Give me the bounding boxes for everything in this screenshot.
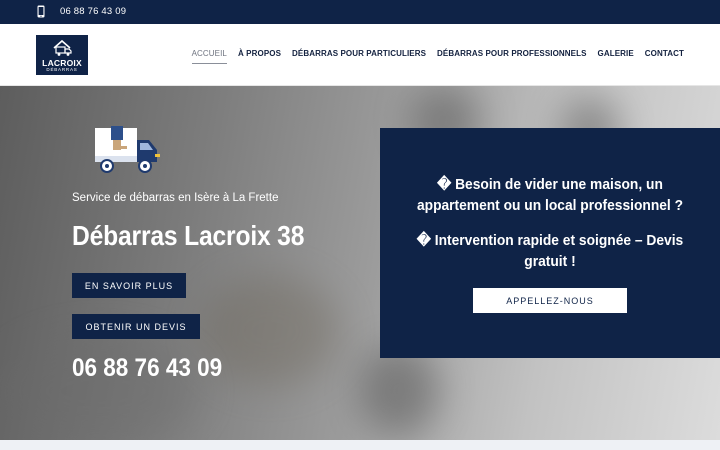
nav-item-professionnels[interactable]: DÉBARRAS POUR PROFESSIONNELS xyxy=(437,49,586,64)
section-divider xyxy=(0,440,720,450)
site-logo[interactable]: LACROIX DÉBARRAS xyxy=(36,35,88,75)
hero-subtitle: Service de débarras en Isère à La Frette xyxy=(72,192,279,204)
nav-item-particuliers[interactable]: DÉBARRAS POUR PARTICULIERS xyxy=(292,49,426,64)
mobile-phone-icon xyxy=(37,5,45,18)
hero-phone-number[interactable]: 06 88 76 43 09 xyxy=(72,354,222,383)
logo-subtitle: DÉBARRAS xyxy=(46,67,78,72)
nav-item-contact[interactable]: CONTACT xyxy=(645,49,684,64)
cta-line-1: � Besoin de vider une maison, un apparte… xyxy=(416,176,684,214)
nav-item-galerie[interactable]: GALERIE xyxy=(598,49,634,64)
cta-box: � Besoin de vider une maison, un apparte… xyxy=(380,128,720,358)
background-boxes xyxy=(0,336,200,440)
get-quote-button[interactable]: OBTENIR UN DEVIS xyxy=(72,314,200,339)
top-phone-number[interactable]: 06 88 76 43 09 xyxy=(60,6,126,17)
main-nav: ACCUEIL À PROPOS DÉBARRAS POUR PARTICULI… xyxy=(181,49,684,64)
hero-title: Débarras Lacroix 38 xyxy=(72,220,305,251)
learn-more-button[interactable]: EN SAVOIR PLUS xyxy=(72,273,186,298)
house-truck-icon xyxy=(53,39,72,56)
top-bar: 06 88 76 43 09 xyxy=(0,0,720,24)
site-header: LACROIX DÉBARRAS ACCUEIL À PROPOS DÉBARR… xyxy=(0,24,720,86)
hero-section: Service de débarras en Isère à La Frette… xyxy=(0,86,720,440)
call-us-button[interactable]: APPELLEZ-NOUS xyxy=(473,288,627,313)
cta-line-2: � Intervention rapide et soignée – Devis… xyxy=(416,232,684,270)
delivery-truck-icon xyxy=(95,126,160,173)
background-figure xyxy=(360,346,440,436)
nav-item-a-propos[interactable]: À PROPOS xyxy=(238,49,281,64)
nav-item-accueil[interactable]: ACCUEIL xyxy=(191,49,228,64)
